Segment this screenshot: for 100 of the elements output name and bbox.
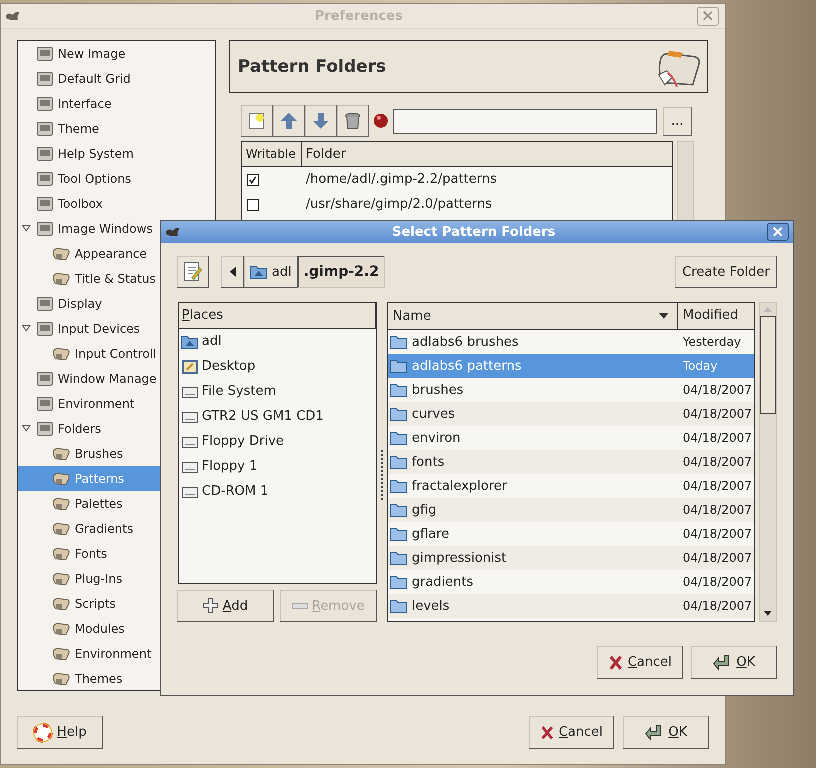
table-cell-text: /usr/share/gimp/2.0/patterns [305, 197, 492, 212]
status-dot-icon [373, 113, 389, 129]
column-header[interactable]: Modified [678, 303, 738, 329]
file-row[interactable]: fractalexplorer 04/18/2007 [388, 474, 754, 498]
type-location-button[interactable] [177, 256, 209, 288]
scrollbar[interactable] [759, 302, 777, 622]
arrow-down-icon [311, 111, 331, 131]
cross-icon [540, 724, 555, 740]
close-icon [703, 11, 713, 21]
trash-icon [343, 111, 363, 131]
column-header[interactable]: Places [179, 303, 376, 329]
place-item[interactable]: File System [179, 379, 376, 404]
folder-icon [390, 598, 408, 614]
sidebar-item[interactable]: Interface [18, 91, 215, 116]
page-icon [36, 70, 54, 86]
page-icon [36, 96, 54, 112]
column-header[interactable]: Folder [302, 146, 346, 162]
sidebar-item[interactable]: Toolbox [18, 191, 215, 216]
page-icon [36, 296, 54, 312]
cancel-button[interactable]: Cancel [597, 646, 683, 679]
folder-icon [53, 570, 71, 586]
file-row[interactable]: environ 04/18/2007 [388, 426, 754, 450]
ok-button[interactable]: OK [623, 716, 709, 749]
folder-icon [53, 596, 71, 612]
minus-icon [292, 603, 308, 609]
browse-button[interactable]: ... [663, 106, 692, 136]
file-row[interactable]: gimpressionist 04/18/2007 [388, 546, 754, 570]
expander-down-icon[interactable] [22, 224, 31, 233]
folder-icon [390, 574, 408, 590]
add-folder-button[interactable] [241, 105, 273, 137]
file-row[interactable]: brushes 04/18/2007 [388, 378, 754, 402]
ok-button[interactable]: OK [691, 646, 777, 679]
sidebar-item[interactable]: Theme [18, 116, 215, 141]
sidebar-item[interactable]: Tool Options [18, 166, 215, 191]
move-up-button[interactable] [273, 105, 305, 137]
page-icon [36, 196, 54, 212]
place-item[interactable]: Desktop [179, 354, 376, 379]
folder-icon [53, 496, 71, 512]
page-icon [36, 120, 54, 136]
folder-icon [390, 502, 408, 518]
folder-icon [53, 446, 71, 462]
move-down-button[interactable] [305, 105, 337, 137]
place-item[interactable]: Floppy Drive [179, 429, 376, 454]
file-row[interactable]: gradients 04/18/2007 [388, 570, 754, 594]
left-arrow-icon [230, 267, 236, 277]
file-row[interactable]: curves 04/18/2007 [388, 402, 754, 426]
expander-down-icon[interactable] [22, 324, 31, 333]
file-row[interactable]: gfig 04/18/2007 [388, 498, 754, 522]
sidebar-item[interactable]: New Image [18, 41, 215, 66]
page-icon [36, 320, 54, 336]
window-title: Preferences [314, 8, 404, 24]
table-cell-text: /home/adl/.gimp-2.2/patterns [305, 172, 498, 187]
file-row[interactable]: gflare 04/18/2007 [388, 522, 754, 546]
file-row[interactable]: levels 04/18/2007 [388, 594, 754, 618]
column-header[interactable]: Name [388, 303, 678, 329]
page-icon [36, 170, 54, 186]
folder-icon [390, 358, 408, 374]
delete-button[interactable] [337, 105, 369, 137]
sidebar-item[interactable]: Default Grid [18, 66, 215, 91]
folder-icon [390, 526, 408, 542]
place-item[interactable]: adl [179, 329, 376, 354]
folder-icon [53, 470, 71, 486]
lifebuoy-icon [33, 722, 54, 742]
app-icon [5, 10, 21, 22]
path-button[interactable]: .gimp-2.2 [298, 256, 386, 288]
home-folder-icon [181, 334, 199, 350]
folder-path-field[interactable] [393, 108, 657, 134]
page-icon [36, 220, 54, 236]
sort-down-icon [658, 313, 669, 319]
help-button[interactable]: Help [17, 716, 103, 749]
folder-icon [53, 246, 71, 262]
path-button[interactable]: adl [244, 256, 298, 288]
file-row[interactable]: adlabs6 brushes Yesterday [388, 330, 754, 354]
writable-checkbox[interactable] [247, 174, 259, 186]
window-title: Select Pattern Folders [391, 224, 557, 240]
cancel-button[interactable]: Cancel [529, 716, 614, 749]
folder-icon [390, 406, 408, 422]
app-icon [165, 226, 181, 238]
pane-grip[interactable] [381, 450, 384, 500]
desktop-icon [181, 358, 199, 374]
expander-down-icon[interactable] [22, 424, 31, 433]
back-arrow-button[interactable] [221, 256, 244, 288]
scroll-down-icon[interactable] [764, 611, 772, 616]
page-icon [36, 396, 54, 412]
folder-icon [390, 454, 408, 470]
add-button[interactable]: Add [177, 590, 274, 622]
page-icon [36, 370, 54, 386]
writable-checkbox[interactable] [247, 198, 259, 210]
page-title: Pattern Folders [238, 56, 386, 76]
folder-icon [390, 478, 408, 494]
file-row[interactable]: fonts 04/18/2007 [388, 450, 754, 474]
close-icon [773, 227, 783, 237]
close-button[interactable] [767, 223, 789, 241]
column-header[interactable]: Writable [242, 142, 302, 166]
folder-icon [53, 670, 71, 686]
place-item[interactable]: GTR2 US GM1 CD1 [179, 404, 376, 429]
folder-icon [53, 620, 71, 636]
create-folder-button[interactable]: Create Folder [675, 256, 777, 288]
edit-document-icon [183, 261, 203, 283]
sidebar-item[interactable]: Help System [18, 141, 215, 166]
